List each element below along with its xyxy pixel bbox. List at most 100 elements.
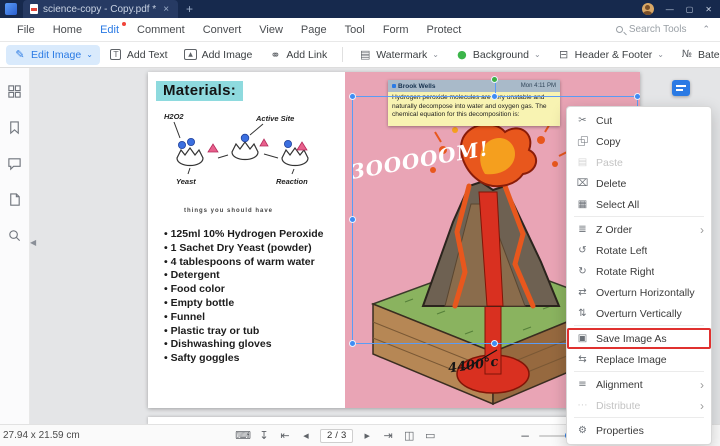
menu-item[interactable]: Form (374, 18, 418, 42)
menu-item-label: Delete (596, 177, 627, 190)
fit-page-icon[interactable] (423, 429, 437, 443)
menu-item-label: Overturn Horizontally (596, 286, 695, 299)
toolbar-right-group: Watermark ⌄ Background ⌄ Header & Footer… (351, 45, 720, 65)
menu-item[interactable]: Tool (336, 18, 374, 42)
next-page-icon[interactable] (360, 429, 374, 443)
collapse-toolbar-icon[interactable]: ⌃ (702, 24, 710, 35)
toolbar-button-label: Bates Number (697, 48, 720, 61)
context-menu-item[interactable]: Overturn Horizontally (567, 282, 711, 303)
context-menu-item[interactable]: Save Image As (567, 328, 711, 349)
menu-item[interactable]: Convert (194, 18, 251, 42)
note-author: Brook Wells (392, 83, 435, 90)
chevron-down-icon: ⌄ (533, 50, 541, 59)
annotation-badge-icon[interactable] (672, 80, 690, 96)
toolbar-button[interactable]: Background ⌄ (448, 45, 548, 65)
user-avatar[interactable] (641, 3, 654, 15)
toolbar-divider (342, 47, 344, 62)
fit-width-icon[interactable] (402, 429, 416, 443)
yeast-diagram: H2O2 Active Site Yeast Reaction (164, 112, 309, 186)
toolbar-button-label: Header & Footer (574, 48, 653, 61)
material-item: 125ml 10% Hydrogen Peroxide (164, 228, 324, 242)
context-menu-item[interactable]: Properties (567, 420, 711, 441)
context-menu-item[interactable]: Copy (567, 131, 711, 152)
properties-icon (576, 424, 589, 437)
z-order-icon (576, 223, 589, 236)
chevron-down-icon: ⌄ (86, 50, 93, 59)
menu-item[interactable]: File (8, 18, 44, 42)
first-page-icon[interactable] (278, 429, 292, 443)
context-menu-item[interactable]: Replace Image (567, 349, 711, 372)
menu-item-label: Alignment (596, 378, 643, 391)
toolbar-button[interactable]: Header & Footer ⌄ (550, 45, 671, 65)
menu-item-label: Replace Image (596, 353, 667, 366)
toolbar-button[interactable]: Add Image ⌄ (177, 45, 260, 65)
zoom-out-button[interactable] (518, 429, 532, 443)
page-separator: / (335, 430, 338, 441)
current-page[interactable]: 2 (327, 430, 332, 441)
context-menu-item[interactable]: Z Order (567, 219, 711, 240)
app-window: { "app": { "tab_title": "science-copy - … (0, 0, 720, 446)
toolbar-button[interactable]: Add Link ⌄ (261, 45, 334, 65)
context-menu-item[interactable]: Rotate Right (567, 261, 711, 282)
watermark-icon (358, 48, 372, 62)
add-link-icon (268, 48, 282, 62)
menu-item[interactable]: View (250, 18, 292, 42)
context-menu-item[interactable]: Delete (567, 173, 711, 194)
chevron-down-icon: ⌄ (432, 50, 439, 59)
toolbar-button[interactable]: Bates Number ⌄ (673, 45, 720, 65)
toolbar-button[interactable]: Add Text ⌄ (102, 45, 175, 65)
flip-horizontal-icon (576, 286, 589, 299)
app-logo-icon (5, 3, 17, 15)
sidebar-bookmarks[interactable] (7, 120, 23, 136)
context-menu-item[interactable]: Cut (567, 110, 711, 131)
flip-vertical-icon (576, 307, 589, 320)
maximize-button[interactable]: ▢ (686, 5, 694, 14)
menu-item[interactable]: Home (44, 18, 91, 42)
menu-item[interactable]: Protect (417, 18, 470, 42)
sidebar-thumbnails[interactable] (7, 84, 23, 100)
prev-page-icon[interactable] (299, 429, 313, 443)
context-menu-item[interactable]: Alignment (567, 374, 711, 395)
toolbar-button[interactable]: Watermark ⌄ (351, 45, 446, 65)
menu-item[interactable]: Page (292, 18, 336, 42)
bookmark-icon (9, 121, 19, 135)
add-image-icon (184, 48, 198, 62)
sidebar-comments[interactable] (7, 156, 23, 172)
thumbnails-icon (7, 85, 21, 98)
rotate-left-icon (576, 244, 589, 257)
menu-item[interactable]: Comment (128, 18, 194, 42)
new-tab-button[interactable]: + (178, 2, 201, 16)
minimize-button[interactable]: — (666, 5, 674, 14)
sidebar-search[interactable] (7, 228, 23, 244)
search-icon (615, 26, 623, 33)
material-item: Funnel (164, 311, 324, 325)
toolbar: Edit Image ⌄ Add Text ⌄ Add Image ⌄ Add … (0, 42, 720, 68)
menubar-right: Search Tools ⌃ (615, 24, 720, 35)
context-menu-item[interactable]: Overturn Vertically (567, 303, 711, 326)
tools-right (360, 429, 437, 443)
material-item: 4 tablespoons of warm water (164, 256, 324, 270)
keyboard-icon[interactable] (236, 429, 250, 443)
document-tab[interactable]: science-copy - Copy.pdf * × (23, 0, 179, 18)
last-page-icon[interactable] (381, 429, 395, 443)
select-all-icon (576, 198, 589, 211)
menu-item-label: Rotate Left (596, 244, 648, 257)
context-menu-item[interactable]: Select All (567, 194, 711, 217)
panel-collapse-icon[interactable]: ◀ (30, 238, 36, 247)
context-menu-item[interactable]: Rotate Left (567, 240, 711, 261)
toolbar-button-label: Add Link (286, 48, 328, 61)
toolbar-button[interactable]: Edit Image ⌄ (6, 44, 100, 65)
menu-item-label: Distribute (596, 399, 641, 412)
search-tools-label[interactable]: Search Tools (629, 24, 687, 35)
comment-note[interactable]: Brook Wells Mon 4:11 PM Hydrogen peroxid… (388, 80, 560, 126)
close-button[interactable]: ✕ (705, 5, 712, 14)
menu-item[interactable]: Edit (91, 18, 128, 42)
note-timestamp: Mon 4:11 PM (520, 83, 556, 89)
material-item: Dishwashing gloves (164, 338, 324, 352)
download-icon[interactable] (257, 429, 271, 443)
context-menu-item: Distribute (567, 395, 711, 418)
tab-close-icon[interactable]: × (161, 4, 171, 15)
page-indicator[interactable]: 2 / 3 (320, 428, 354, 443)
sidebar-attachments[interactable] (7, 192, 23, 208)
menu-items: File Home Edit Comment Convert View Page Tool Fo… (8, 18, 470, 41)
